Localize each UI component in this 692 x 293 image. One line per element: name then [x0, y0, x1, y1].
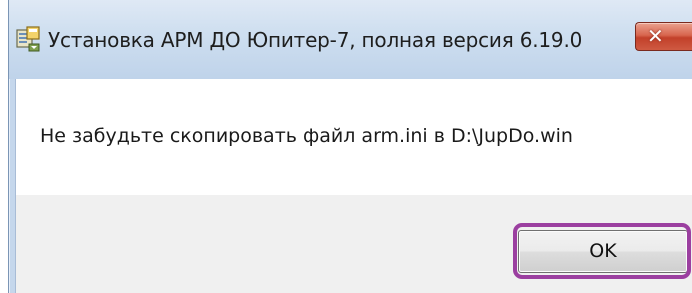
window-title: Установка АРМ ДО Юпитер-7, полная версия… [48, 28, 583, 52]
installer-icon [16, 26, 40, 52]
close-button[interactable]: ✕ [635, 22, 692, 51]
dialog-client-area: Не забудьте скопировать файл arm.ini в D… [15, 79, 692, 293]
message-area: Не забудьте скопировать файл arm.ini в D… [16, 79, 692, 195]
close-icon: ✕ [647, 24, 664, 48]
screenshot: Установка АРМ ДО Юпитер-7, полная версия… [0, 0, 692, 293]
ok-button[interactable]: OK [518, 230, 688, 273]
dialog-window: Установка АРМ ДО Юпитер-7, полная версия… [8, 0, 692, 293]
message-text: Не забудьте скопировать файл arm.ini в D… [40, 125, 573, 147]
title-bar[interactable]: Установка АРМ ДО Юпитер-7, полная версия… [9, 0, 692, 79]
